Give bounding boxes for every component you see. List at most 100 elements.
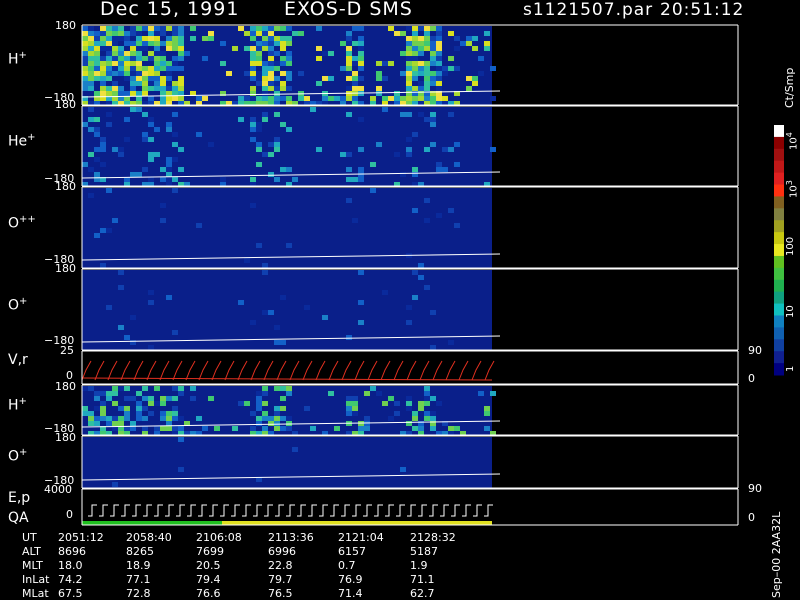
heatmap-cell: [448, 56, 454, 61]
heatmap-cell: [118, 152, 124, 157]
heatmap-cell: [160, 56, 166, 61]
heatmap-cell: [394, 101, 400, 106]
heatmap-cell: [448, 426, 454, 431]
heatmap-cell: [172, 142, 178, 147]
velocity-trace: [393, 360, 404, 381]
energy-step: [264, 504, 273, 517]
heatmap-cell: [358, 41, 364, 46]
energy-step: [176, 504, 185, 517]
velocity-trace: [211, 360, 222, 381]
heatmap-cell: [124, 177, 130, 182]
heatmap-cell: [346, 41, 352, 46]
heatmap-cell: [160, 91, 166, 96]
y-tick-p7-top: 4000: [44, 483, 72, 496]
heatmap-cell: [412, 132, 418, 137]
heatmap-cell: [124, 416, 130, 421]
heatmap-cell: [166, 426, 172, 431]
energy-step: [187, 504, 196, 517]
heatmap-cell: [412, 416, 418, 421]
heatmap-cell: [196, 101, 202, 106]
heatmap-cell: [172, 406, 178, 411]
heatmap-cell: [466, 76, 472, 81]
heatmap-cell: [436, 86, 442, 91]
row-label-alt: ALT: [22, 545, 41, 558]
heatmap-cell: [430, 76, 436, 81]
heatmap-cell: [88, 431, 94, 436]
colorbar-segment: [774, 315, 784, 328]
heatmap-cell: [160, 86, 166, 91]
heatmap-cell: [370, 101, 376, 106]
heatmap-cell: [172, 396, 178, 401]
heatmap-cell: [370, 188, 376, 193]
heatmap-cell: [490, 66, 496, 71]
heatmap-cell: [100, 431, 106, 436]
energy-step: [220, 504, 229, 517]
heatmap-cell: [274, 51, 280, 56]
heatmap-cell: [268, 81, 274, 86]
heatmap-cell: [424, 76, 430, 81]
heatmap-cell: [142, 112, 148, 117]
heatmap-cell: [88, 386, 94, 391]
heatmap-cell: [94, 36, 100, 41]
heatmap-cell: [382, 290, 388, 295]
heatmap-cell: [406, 253, 412, 258]
heatmap-cell: [472, 76, 478, 81]
heatmap-cell: [94, 172, 100, 177]
heatmap-cell: [142, 386, 148, 391]
heatmap-cell: [172, 66, 178, 71]
heatmap-cell: [424, 391, 430, 396]
heatmap-cell: [136, 91, 142, 96]
heatmap-cell: [100, 228, 106, 233]
heatmap-cell: [100, 426, 106, 431]
heatmap-cell: [358, 46, 364, 51]
heatmap-cell: [256, 61, 262, 66]
heatmap-cell: [178, 426, 184, 431]
heatmap-cell: [130, 91, 136, 96]
heatmap-cell: [106, 76, 112, 81]
heatmap-cell: [250, 177, 256, 182]
heatmap-cell: [418, 91, 424, 96]
heatmap-cell: [100, 147, 106, 152]
heatmap-cell: [82, 162, 88, 167]
colorbar-segment: [774, 148, 784, 162]
heatmap-cell: [340, 96, 346, 101]
heatmap-cell: [88, 411, 94, 416]
heatmap-cell: [352, 96, 358, 101]
x-axis-value: 72.8: [126, 587, 151, 600]
heatmap-cell: [430, 421, 436, 426]
heatmap-cell: [424, 101, 430, 106]
heatmap-cell: [430, 61, 436, 66]
heatmap-cell: [424, 41, 430, 46]
panel-label-v-r: V,r: [8, 352, 28, 368]
heatmap-cell: [394, 152, 400, 157]
heatmap-cell: [328, 96, 334, 101]
heatmap-cell: [418, 26, 424, 31]
heatmap-cell: [286, 71, 292, 76]
heatmap-cell: [358, 51, 364, 56]
heatmap-cell: [106, 431, 112, 436]
velocity-trace: [159, 360, 170, 381]
heatmap-cell: [358, 147, 364, 152]
heatmap-cell: [130, 172, 136, 177]
heatmap-cell: [472, 36, 478, 41]
heatmap-cell: [94, 117, 100, 122]
heatmap-cell: [280, 36, 286, 41]
heatmap-cell: [148, 31, 154, 36]
heatmap-cell: [352, 218, 358, 223]
heatmap-cell: [160, 416, 166, 421]
heatmap-cell: [406, 91, 412, 96]
heatmap-cell: [130, 421, 136, 426]
heatmap-cell: [142, 132, 148, 137]
heatmap-cell: [124, 61, 130, 66]
heatmap-cell: [142, 91, 148, 96]
heatmap-cell: [82, 96, 88, 101]
heatmap-cell: [118, 56, 124, 61]
heatmap-cell: [406, 26, 412, 31]
heatmap-cell: [358, 101, 364, 106]
heatmap-cell: [262, 71, 268, 76]
heatmap-cell: [424, 86, 430, 91]
heatmap-cell: [292, 431, 298, 436]
heatmap-cell: [112, 391, 118, 396]
heatmap-cell: [166, 36, 172, 41]
heatmap-cell: [178, 76, 184, 81]
